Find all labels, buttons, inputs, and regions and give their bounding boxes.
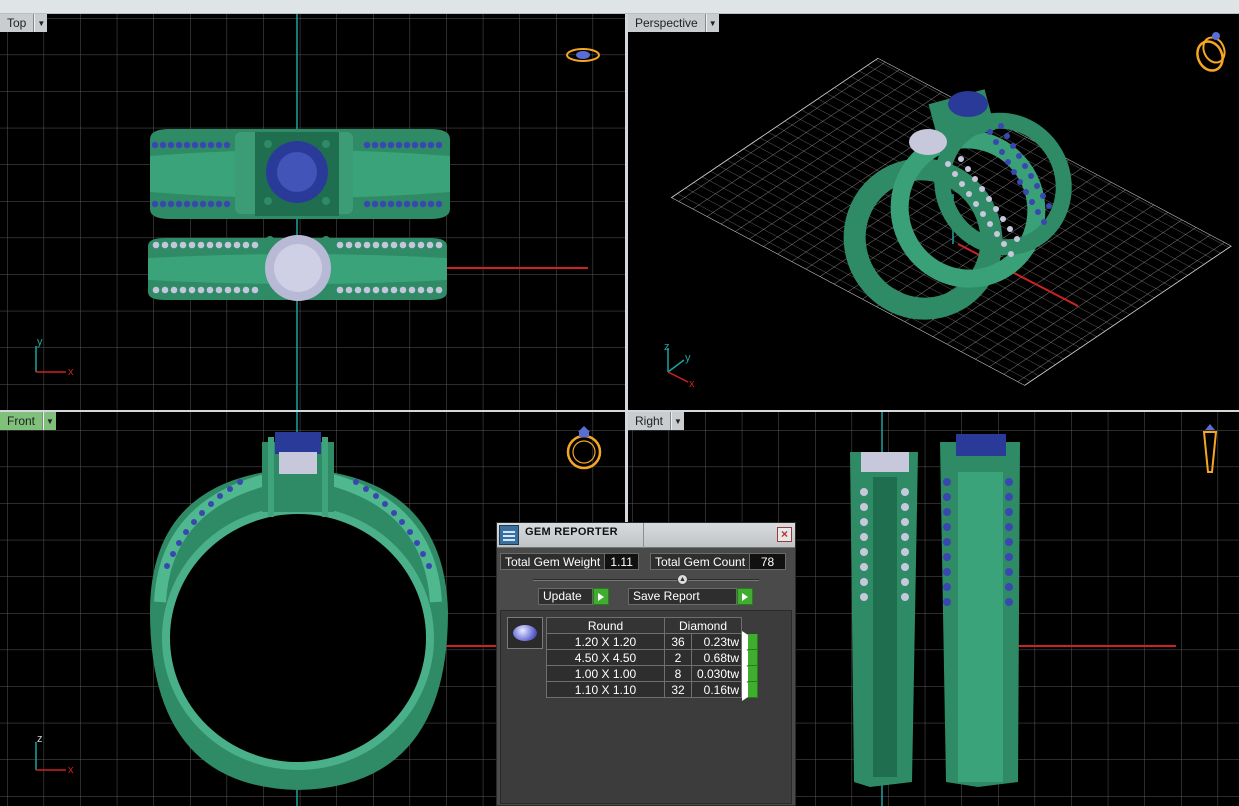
chevron-down-icon[interactable]: ▼ [705, 14, 719, 32]
viewport-tab-label[interactable]: Top [0, 14, 35, 32]
total-gem-weight-field: Total Gem Weight 1.11 [500, 553, 640, 570]
gem-table-area: Round Diamond 1.20 X 1.20 36 0.23tw 4.50… [500, 610, 792, 804]
gem-weight-cell: 0.68tw [691, 649, 742, 666]
total-gem-count-label: Total Gem Count [650, 553, 751, 570]
gem-count-cell: 2 [664, 649, 692, 666]
gem-table: Round Diamond 1.20 X 1.20 36 0.23tw 4.50… [546, 617, 758, 701]
axis-label-y: y [685, 352, 691, 364]
gem-reporter-panel[interactable]: GEM REPORTER × Total Gem Weight 1.11 Tot… [496, 522, 796, 806]
update-button[interactable]: Update [538, 588, 609, 605]
round-gem-thumbnail[interactable] [507, 617, 543, 649]
axis-label-x: x [68, 366, 74, 378]
table-row[interactable]: 4.50 X 4.50 2 0.68tw [546, 646, 758, 669]
table-row[interactable]: 1.00 X 1.00 8 0.030tw [546, 662, 758, 685]
axis-label-z: z [664, 341, 670, 353]
viewport-top[interactable]: y x Top ▼ [0, 14, 625, 410]
top-view-canvas[interactable]: y x [0, 14, 625, 410]
gem-count-cell: 8 [664, 665, 692, 682]
gem-shape-header: Round [546, 617, 665, 634]
axis-label-x: x [68, 764, 74, 776]
play-arrow-icon[interactable] [741, 678, 758, 701]
application-toolbar-strip [0, 0, 1239, 14]
play-arrow-icon[interactable] [737, 588, 753, 605]
ring-right-side-b [940, 434, 1020, 787]
axis-label-z: z [37, 733, 43, 745]
titlebar-divider [643, 523, 644, 548]
upper-ring-top [150, 129, 450, 219]
gem-weight-cell: 0.030tw [691, 665, 742, 682]
play-arrow-icon[interactable] [593, 588, 609, 605]
save-report-button-label[interactable]: Save Report [628, 588, 737, 605]
viewport-tab-perspective[interactable]: Perspective ▼ [628, 14, 719, 32]
viewport-tab-label[interactable]: Right [628, 412, 672, 430]
gem-size-cell: 1.00 X 1.00 [546, 665, 665, 682]
perspective-view-canvas[interactable]: z y x [628, 14, 1239, 410]
gem-weight-cell: 0.23tw [691, 633, 742, 650]
viewport-tab-label[interactable]: Perspective [628, 14, 706, 32]
gem-count-cell: 36 [664, 633, 692, 650]
gem-size-cell: 1.10 X 1.10 [546, 681, 665, 698]
gem-reporter-icon [499, 525, 519, 545]
ring-view-icon[interactable] [1198, 422, 1222, 476]
viewport-tab-label[interactable]: Front [0, 412, 44, 430]
slider-knob[interactable]: ▲ [677, 574, 688, 585]
gem-reporter-title: GEM REPORTER [525, 526, 618, 538]
ring-view-icon[interactable] [564, 422, 604, 472]
gem-size-cell: 1.20 X 1.20 [546, 633, 665, 650]
viewport-tab-front[interactable]: Front ▼ [0, 412, 57, 430]
ring-right-side-a [850, 452, 918, 787]
table-row[interactable]: 1.10 X 1.10 32 0.16tw [546, 678, 758, 701]
total-gem-weight-label: Total Gem Weight [500, 553, 606, 570]
total-gem-count-value: 78 [750, 553, 787, 570]
total-gem-count-field: Total Gem Count 78 [650, 553, 787, 570]
close-icon[interactable]: × [777, 527, 792, 542]
gem-count-cell: 32 [664, 681, 692, 698]
table-row[interactable]: 1.20 X 1.20 36 0.23tw [546, 630, 758, 653]
gem-size-cell: 4.50 X 4.50 [546, 649, 665, 666]
chevron-down-icon[interactable]: ▼ [43, 412, 57, 430]
chevron-down-icon[interactable]: ▼ [34, 14, 48, 32]
panel-resize-slider[interactable]: ▲ [533, 574, 759, 585]
ring-view-icon[interactable] [1194, 28, 1230, 74]
gem-table-header: Round Diamond [546, 617, 758, 634]
axis-label-y: y [37, 336, 43, 348]
chevron-down-icon[interactable]: ▼ [671, 412, 685, 430]
axis-label-x: x [689, 378, 695, 390]
viewport-tab-top[interactable]: Top ▼ [0, 14, 48, 32]
lower-ring-top [148, 235, 447, 301]
ring-view-icon[interactable] [564, 44, 602, 66]
save-report-button[interactable]: Save Report [628, 588, 753, 605]
gem-material-header: Diamond [664, 617, 742, 634]
viewport-perspective[interactable]: z y x Perspective ▼ [628, 14, 1239, 410]
update-button-label[interactable]: Update [538, 588, 593, 605]
gem-weight-cell: 0.16tw [691, 681, 742, 698]
gem-reporter-titlebar[interactable]: GEM REPORTER × [497, 523, 795, 548]
slider-track [533, 579, 759, 581]
total-gem-weight-value: 1.11 [605, 553, 640, 570]
viewport-tab-right[interactable]: Right ▼ [628, 412, 685, 430]
